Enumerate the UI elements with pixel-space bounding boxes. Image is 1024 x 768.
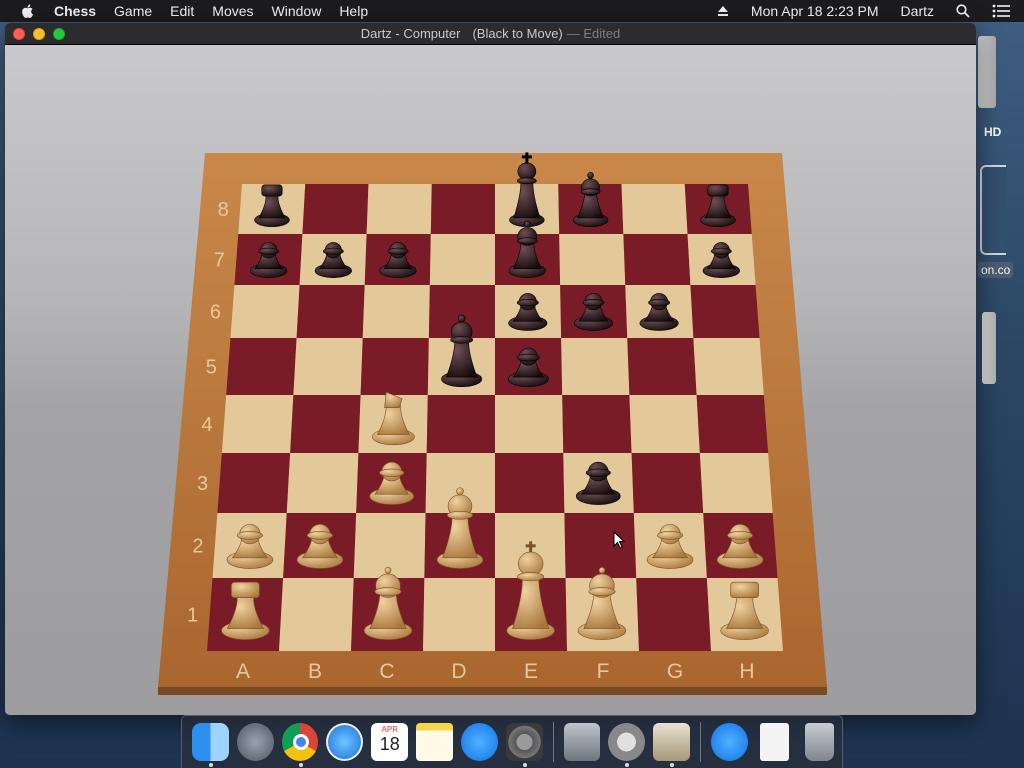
square-b4[interactable] — [290, 395, 361, 453]
file-label: C — [379, 660, 394, 683]
file-label: D — [451, 660, 466, 683]
file-label: F — [597, 660, 610, 683]
chrome-icon[interactable] — [281, 723, 319, 767]
menubar-clock[interactable]: Mon Apr 18 2:23 PM — [751, 3, 879, 19]
system-preferences-icon[interactable] — [505, 723, 543, 767]
menu-edit[interactable]: Edit — [170, 3, 194, 19]
rank-label: 7 — [214, 250, 225, 272]
menu-window[interactable]: Window — [272, 3, 322, 19]
square-h4[interactable] — [696, 395, 769, 453]
menu-help[interactable]: Help — [339, 3, 368, 19]
square-a3[interactable] — [217, 453, 291, 513]
desktop-app-icon[interactable] — [980, 165, 1006, 255]
instruments-icon[interactable] — [608, 723, 646, 767]
disk-image-icon[interactable] — [982, 312, 996, 384]
menu-app-chess[interactable]: Chess — [54, 3, 96, 19]
rank-label: 8 — [218, 199, 229, 221]
file-label: H — [739, 660, 754, 683]
square-b5[interactable] — [293, 338, 363, 395]
document-icon[interactable] — [759, 723, 789, 761]
square-e3[interactable] — [495, 453, 565, 513]
minimize-button[interactable] — [33, 28, 45, 40]
square-g8[interactable] — [621, 184, 688, 234]
square-e4[interactable] — [495, 395, 564, 453]
dock: APR 18 — [181, 715, 843, 768]
square-g1[interactable] — [636, 578, 711, 651]
close-button[interactable] — [13, 28, 25, 40]
square-g3[interactable] — [631, 453, 704, 513]
app-store-icon[interactable] — [711, 723, 748, 761]
spotlight-search-icon[interactable] — [956, 4, 970, 18]
trash-icon[interactable] — [804, 723, 834, 761]
square-a6[interactable] — [230, 285, 300, 338]
notification-center-icon[interactable] — [992, 4, 1010, 18]
traffic-lights — [13, 28, 73, 40]
rank-label: 6 — [210, 302, 221, 324]
turn-status: (Black to Move) — [472, 26, 563, 41]
desktop-app-label[interactable]: on.co — [978, 262, 1014, 278]
square-h3[interactable] — [699, 453, 773, 513]
square-c6[interactable] — [362, 285, 430, 338]
dock-separator — [700, 722, 701, 762]
square-a4[interactable] — [221, 395, 294, 453]
square-d7[interactable] — [429, 234, 495, 285]
rank-label: 5 — [206, 357, 217, 379]
square-c8[interactable] — [366, 184, 432, 234]
calendar-month: APR — [381, 725, 398, 734]
square-g4[interactable] — [629, 395, 700, 453]
square-b3[interactable] — [286, 453, 359, 513]
square-b8[interactable] — [302, 184, 369, 234]
square-h5[interactable] — [693, 338, 764, 395]
menu-moves[interactable]: Moves — [212, 3, 253, 19]
board-squares — [207, 184, 783, 651]
calendar-icon[interactable]: APR 18 — [371, 723, 409, 761]
square-d1[interactable] — [423, 578, 495, 651]
chess-icon[interactable] — [653, 723, 691, 767]
rank-label: 1 — [187, 605, 198, 627]
window-title: Dartz - Computer — [360, 26, 461, 41]
disk-utility-icon[interactable] — [563, 723, 601, 761]
window-titlebar[interactable]: Dartz - Computer (Black to Move) — Edite… — [5, 23, 976, 45]
hard-drive-label[interactable]: HD — [984, 125, 1001, 139]
square-d4[interactable] — [426, 395, 495, 453]
eject-icon[interactable] — [717, 5, 729, 17]
square-b6[interactable] — [296, 285, 365, 338]
square-b1[interactable] — [279, 578, 354, 651]
rank-label: 3 — [197, 473, 208, 495]
app-store-icon[interactable] — [461, 723, 498, 761]
apple-icon[interactable] — [20, 3, 36, 19]
chess-board-3d[interactable]: 8 7 6 5 4 3 2 1 A B C D E F G H — [5, 45, 976, 715]
safari-icon[interactable] — [326, 723, 364, 761]
square-d8[interactable] — [430, 184, 495, 234]
board-scene[interactable]: 8 7 6 5 4 3 2 1 A B C D E F G H — [5, 45, 976, 715]
square-f7[interactable] — [559, 234, 626, 285]
calendar-day: 18 — [379, 734, 400, 754]
square-h6[interactable] — [690, 285, 760, 338]
finder-icon[interactable] — [192, 723, 229, 767]
square-g7[interactable] — [623, 234, 691, 285]
file-label: A — [236, 660, 250, 683]
zoom-button[interactable] — [53, 28, 65, 40]
square-f5[interactable] — [561, 338, 630, 395]
menubar-user[interactable]: Dartz — [901, 3, 934, 19]
square-a5[interactable] — [226, 338, 297, 395]
rank-label: 2 — [192, 536, 203, 558]
dock-separator — [552, 722, 554, 762]
rank-label: 4 — [201, 414, 212, 436]
square-f4[interactable] — [562, 395, 632, 453]
menu-game[interactable]: Game — [114, 3, 152, 19]
file-label: G — [667, 660, 683, 683]
chess-window: Dartz - Computer (Black to Move) — Edite… — [5, 23, 976, 715]
menu-bar: Chess Game Edit Moves Window Help Mon Ap… — [0, 0, 1024, 22]
mouse-cursor-icon — [613, 531, 625, 549]
edited-indicator: — Edited — [566, 26, 621, 41]
launchpad-icon[interactable] — [236, 723, 274, 761]
square-g5[interactable] — [627, 338, 697, 395]
hard-drive-icon[interactable] — [978, 36, 996, 108]
file-label: E — [524, 660, 538, 683]
file-label: B — [308, 660, 322, 683]
notes-icon[interactable] — [416, 723, 453, 761]
square-c5[interactable] — [360, 338, 429, 395]
